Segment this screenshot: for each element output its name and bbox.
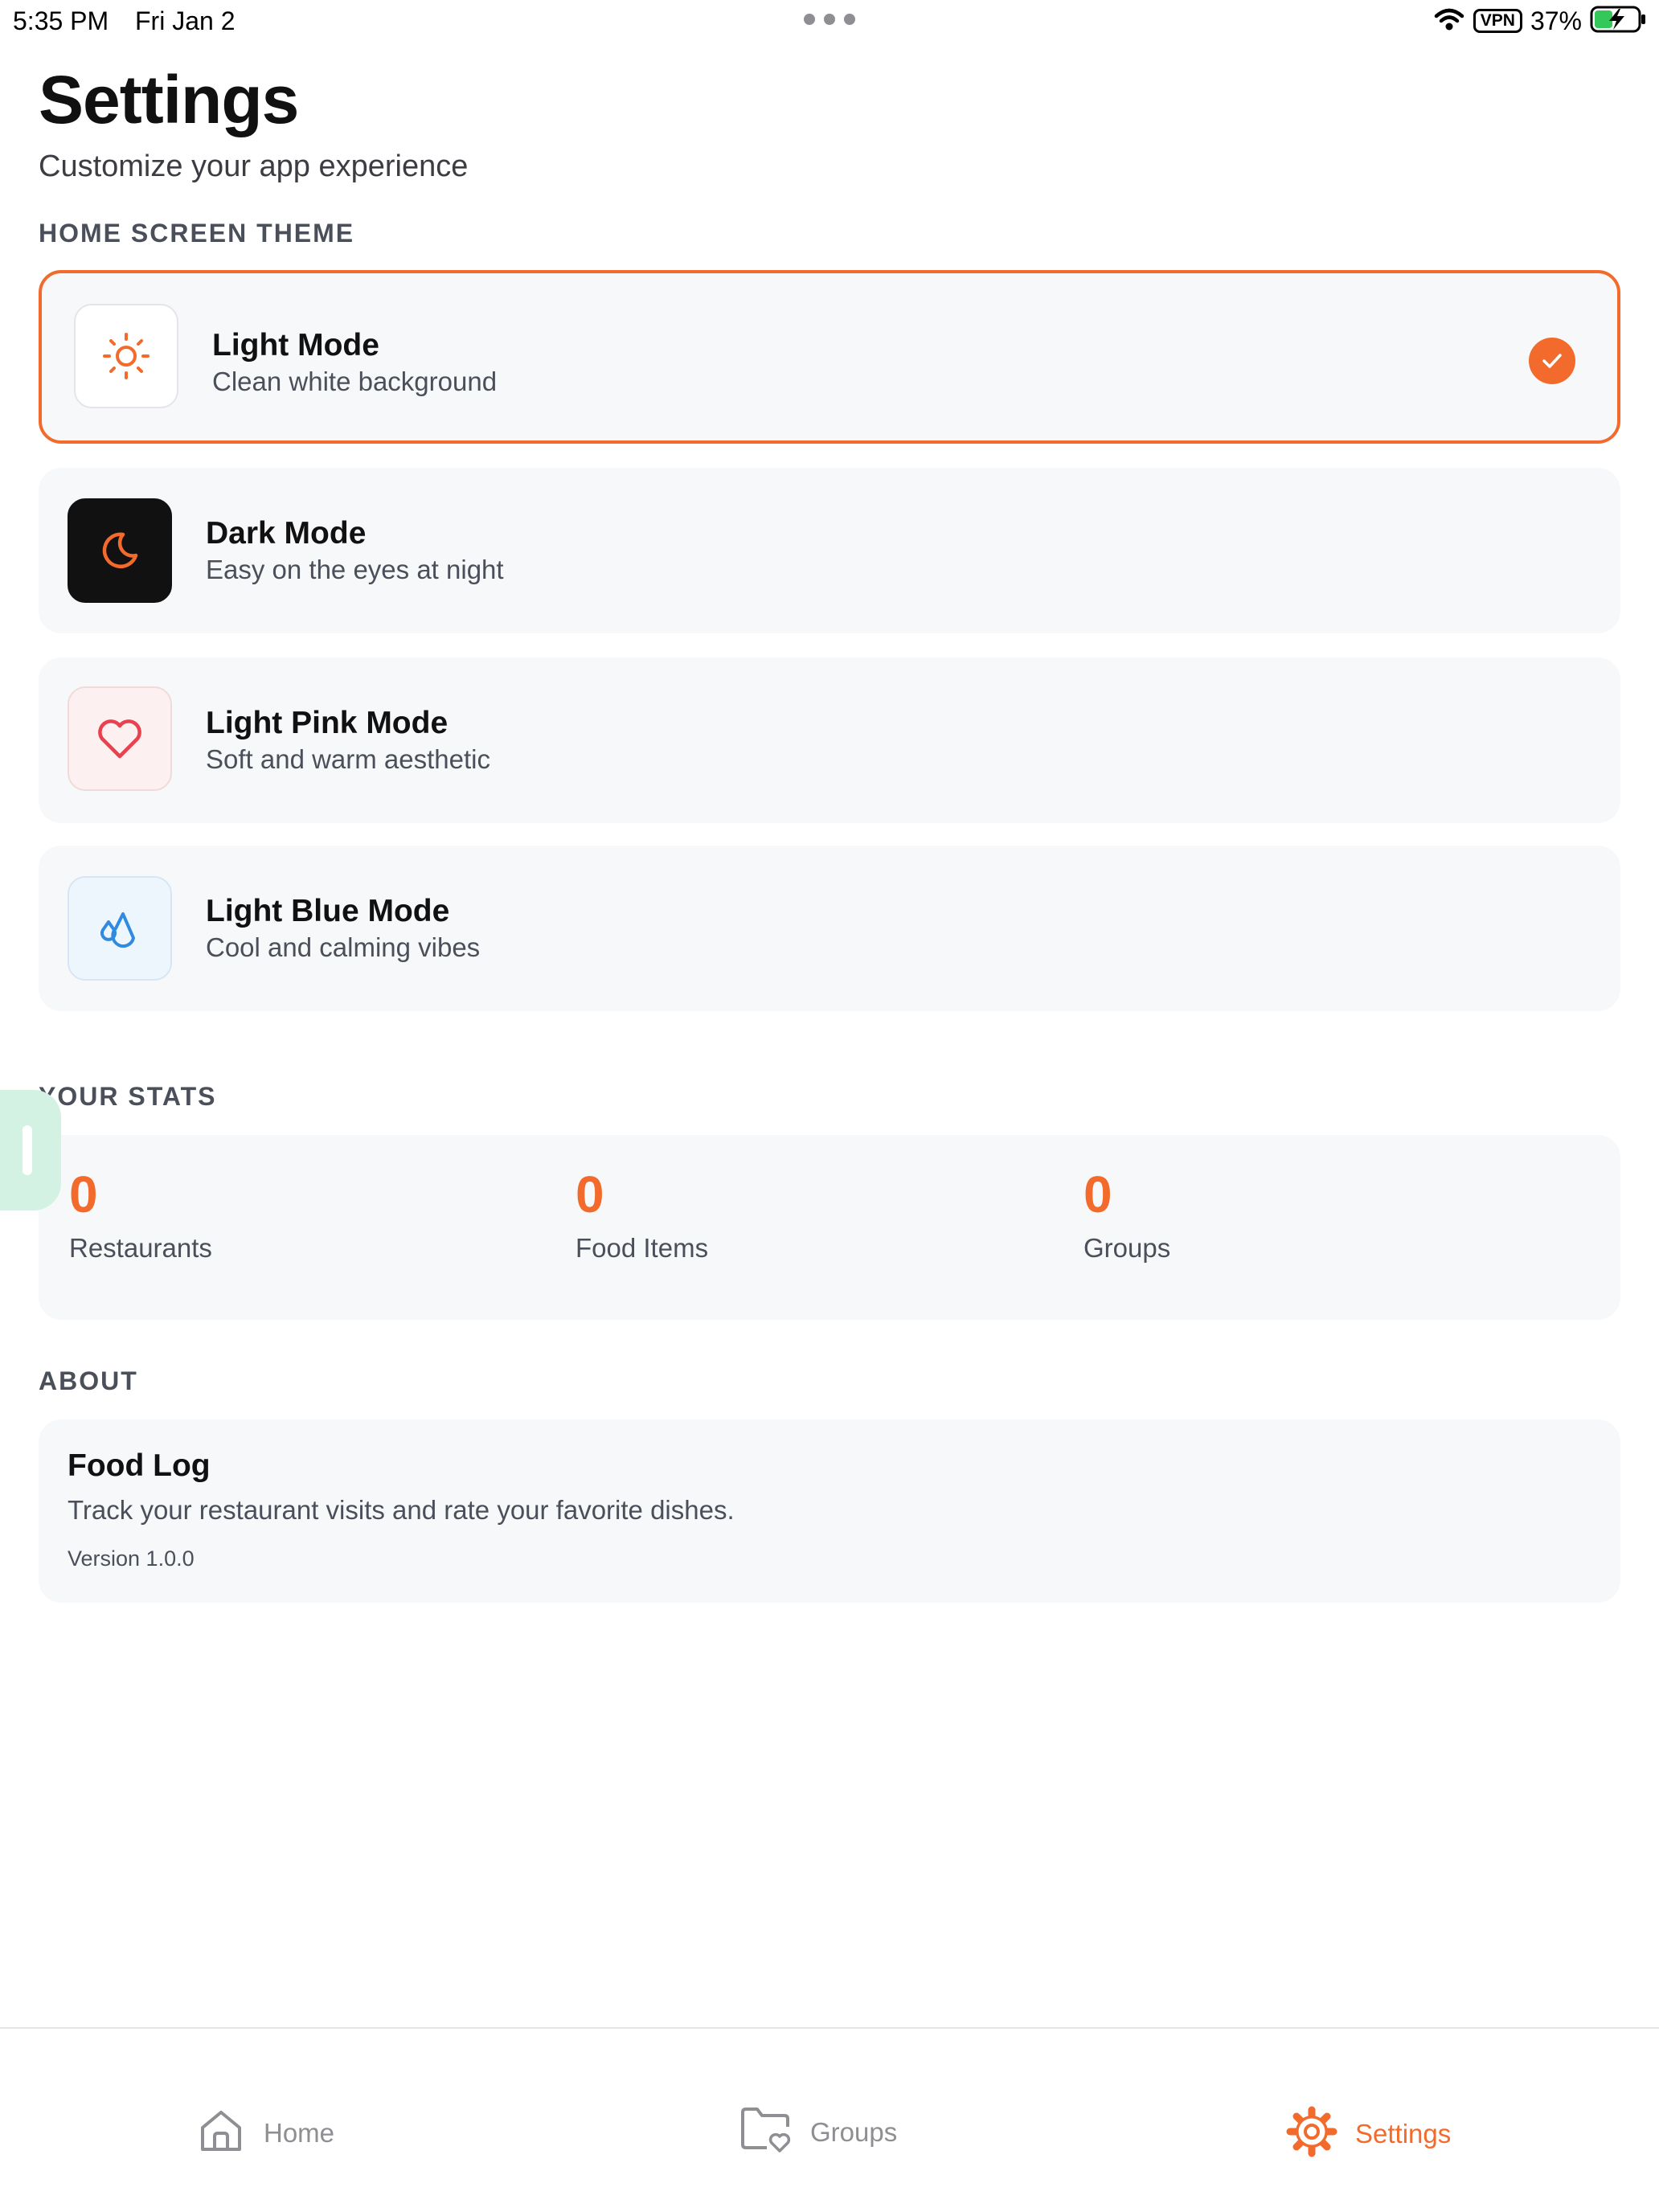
stat-groups: 0 Groups [1083, 1164, 1170, 1264]
theme-title: Light Mode [212, 328, 379, 363]
theme-description: Easy on the eyes at night [206, 555, 504, 584]
tab-label: Home [264, 2117, 335, 2148]
about-app-name: Food Log [68, 1448, 211, 1483]
tab-label: Groups [810, 2116, 898, 2147]
stat-label: Restaurants [69, 1233, 212, 1263]
theme-title: Dark Mode [206, 516, 367, 551]
multitasking-dots-icon[interactable] [804, 11, 855, 27]
home-icon [196, 2106, 246, 2160]
stat-food-items: 0 Food Items [576, 1164, 708, 1264]
stat-value: 0 [576, 1165, 604, 1223]
selected-check-icon [1529, 338, 1575, 384]
stat-label: Groups [1083, 1233, 1171, 1263]
about-card: Food Log Track your restaurant visits an… [39, 1419, 1620, 1603]
page-subtitle: Customize your app experience [39, 150, 469, 183]
gear-icon [1286, 2106, 1337, 2161]
settings-screen: 5:35 PM Fri Jan 2 VPN 37% Settings Custo… [0, 0, 1659, 2212]
theme-option-dark[interactable]: Dark Mode Easy on the eyes at night [39, 468, 1620, 633]
theme-description: Soft and warm aesthetic [206, 744, 491, 774]
status-time: 5:35 PM [13, 6, 109, 35]
folder-heart-icon [739, 2106, 793, 2158]
theme-title: Light Pink Mode [206, 706, 449, 740]
tab-groups[interactable]: Groups [739, 2106, 897, 2158]
stat-value: 0 [69, 1165, 98, 1223]
vpn-badge: VPN [1473, 9, 1522, 33]
stat-value: 0 [1083, 1165, 1112, 1223]
theme-description: Clean white background [212, 367, 498, 396]
tab-bar: Home Groups Settings [0, 2027, 1659, 2212]
section-heading-theme: HOME SCREEN THEME [39, 219, 355, 248]
section-heading-about: ABOUT [39, 1366, 138, 1395]
tab-label: Settings [1355, 2118, 1452, 2149]
status-bar: 5:35 PM Fri Jan 2 VPN 37% [0, 0, 1659, 43]
stats-card: 0 Restaurants 0 Food Items 0 Groups [39, 1135, 1620, 1320]
moon-icon [68, 498, 172, 603]
section-heading-stats: YOUR STATS [39, 1082, 217, 1111]
wifi-icon [1433, 6, 1465, 36]
theme-option-blue[interactable]: Light Blue Mode Cool and calming vibes [39, 846, 1620, 1011]
about-version: Version 1.0.0 [68, 1546, 195, 1571]
drag-handle [23, 1125, 32, 1175]
theme-description: Cool and calming vibes [206, 932, 481, 962]
stat-label: Food Items [576, 1233, 709, 1263]
battery-percent: 37% [1530, 6, 1582, 35]
sun-icon [74, 304, 178, 408]
page-title: Settings [39, 62, 299, 137]
about-description: Track your restaurant visits and rate yo… [68, 1495, 735, 1525]
battery-charging-icon [1590, 5, 1648, 38]
status-date: Fri Jan 2 [135, 6, 236, 35]
tab-settings[interactable]: Settings [1286, 2106, 1451, 2161]
theme-option-pink[interactable]: Light Pink Mode Soft and warm aesthetic [39, 657, 1620, 823]
theme-option-light[interactable]: Light Mode Clean white background [39, 270, 1620, 444]
side-drawer-tab[interactable] [0, 1090, 61, 1210]
status-indicators: VPN 37% [1433, 5, 1648, 37]
droplets-icon [68, 876, 172, 981]
heart-icon [68, 686, 172, 791]
stat-restaurants: 0 Restaurants [69, 1164, 212, 1264]
tab-home[interactable]: Home [196, 2106, 334, 2160]
theme-title: Light Blue Mode [206, 894, 450, 928]
